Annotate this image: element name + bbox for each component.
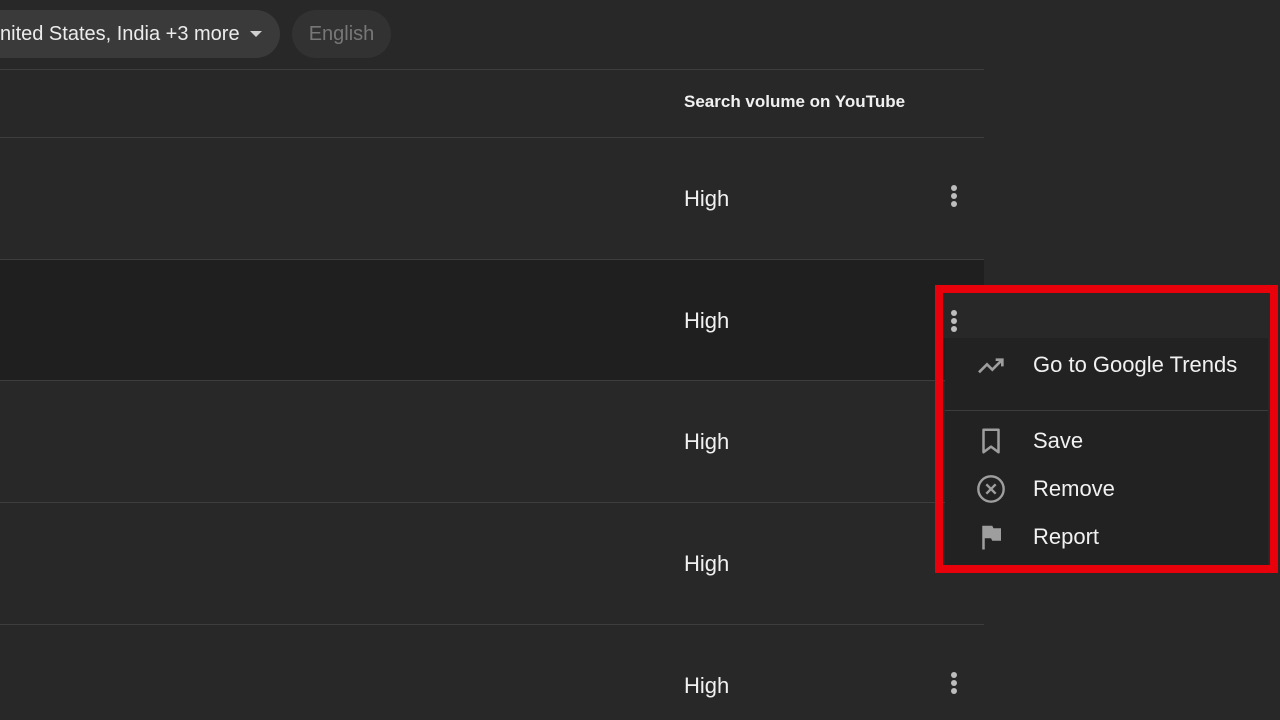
search-volume-value: High xyxy=(684,673,730,698)
more-options-icon[interactable] xyxy=(944,307,964,341)
flag-icon xyxy=(973,519,1009,555)
search-volume-value: High xyxy=(684,551,730,576)
table-row[interactable]: High xyxy=(0,138,984,259)
column-header-search-volume: Search volume on YouTube xyxy=(684,92,906,111)
menu-item-report[interactable]: Report xyxy=(945,514,1268,560)
bookmark-icon xyxy=(973,423,1009,459)
menu-item-save[interactable]: Save xyxy=(945,418,1268,464)
table-row[interactable]: High xyxy=(0,381,984,502)
menu-item-label: Report xyxy=(1033,524,1100,549)
menu-anchor xyxy=(943,293,1270,338)
search-volume-value: High xyxy=(684,186,730,211)
language-filter-chip[interactable]: English xyxy=(292,10,391,58)
menu-item-label: Remove xyxy=(1033,476,1115,501)
menu-highlight-box: Go to Google Trends Save Remove Report xyxy=(935,285,1278,573)
menu-item-label: Go to Google Trends xyxy=(1033,352,1238,377)
more-options-icon[interactable] xyxy=(944,669,964,703)
trending-up-icon xyxy=(973,347,1009,383)
remove-circle-icon xyxy=(973,471,1009,507)
language-filter-label: English xyxy=(308,22,375,45)
menu-item-go-to-google-trends[interactable]: Go to Google Trends xyxy=(945,342,1268,388)
search-volume-value: High xyxy=(684,429,730,454)
table-row[interactable]: High xyxy=(0,260,984,381)
header-top-divider xyxy=(0,69,984,70)
menu-divider xyxy=(945,410,1268,411)
search-volume-value: High xyxy=(684,308,730,333)
menu-item-label: Save xyxy=(1033,428,1084,453)
country-filter-chip[interactable]: nited States, India +3 more xyxy=(0,10,280,58)
more-options-icon[interactable] xyxy=(944,182,964,216)
country-filter-label: nited States, India +3 more xyxy=(0,22,240,45)
menu-item-remove[interactable]: Remove xyxy=(945,466,1268,512)
row-context-menu: Go to Google Trends Save Remove Report xyxy=(945,338,1268,565)
chevron-down-icon xyxy=(250,31,262,37)
table-row[interactable]: High xyxy=(0,625,984,720)
page: nited States, India +3 more English Sear… xyxy=(0,0,1280,720)
table-row[interactable]: High xyxy=(0,503,984,624)
